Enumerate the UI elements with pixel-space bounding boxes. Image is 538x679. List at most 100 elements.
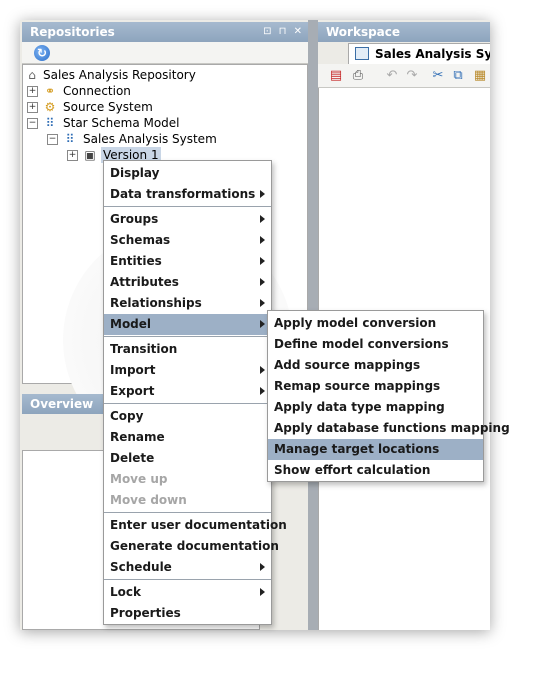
cut-icon[interactable]: ✂ [430, 68, 446, 84]
menu-item-label: Import [110, 363, 156, 377]
menu-item-apply-database-functions-mapping[interactable]: Apply database functions mapping [268, 418, 510, 439]
menu-item-export[interactable]: Export [104, 381, 271, 402]
tree-item-label: Sales Analysis Repository [43, 68, 196, 82]
menu-item-show-effort-calculation[interactable]: Show effort calculation [268, 460, 483, 481]
menu-item-label: Attributes [110, 275, 179, 289]
workspace-toolbar: ▤ ⎙ ↶ ↷ ✂ ⧉ ▦ [318, 64, 490, 88]
menu-item-label: Display [110, 166, 160, 180]
undo-icon[interactable]: ↶ [384, 68, 400, 84]
menu-item-label: Schemas [110, 233, 171, 247]
menu-item-label: Model [110, 317, 152, 331]
menu-item-entities[interactable]: Entities [104, 251, 271, 272]
context-menu: Display Data transformations Groups Sche… [103, 160, 287, 625]
expand-icon[interactable]: + [27, 86, 38, 97]
repositories-title: Repositories [30, 25, 115, 39]
collapse-icon[interactable]: − [27, 118, 38, 129]
menu-item-label: Enter user documentation [110, 518, 287, 532]
menu-item-data-transformations[interactable]: Data transformations [104, 184, 271, 205]
menu-separator [104, 336, 271, 337]
submenu-arrow-icon [260, 257, 265, 265]
menu-item-label: Data transformations [110, 187, 256, 201]
menu-item-lock[interactable]: Lock [104, 582, 271, 603]
submenu-arrow-icon [260, 320, 265, 328]
menu-item-label: Rename [110, 430, 165, 444]
panel-window-buttons[interactable]: ⊡ ⊓ ✕ [263, 22, 304, 42]
menu-item-apply-data-type-mapping[interactable]: Apply data type mapping [268, 397, 483, 418]
menu-separator [104, 512, 271, 513]
menu-item-attributes[interactable]: Attributes [104, 272, 271, 293]
menu-item-transition[interactable]: Transition [104, 339, 271, 360]
tab-sales-analysis-system[interactable]: Sales Analysis Syste [348, 43, 490, 64]
repositories-panel-header: Repositories ⊡ ⊓ ✕ [22, 22, 310, 42]
menu-item-schedule[interactable]: Schedule [104, 557, 271, 578]
menu-item-label: Transition [110, 342, 178, 356]
menu-item-label: Export [110, 384, 155, 398]
menu-item-label: Move down [110, 493, 187, 507]
menu-item-label: Schedule [110, 560, 172, 574]
menu-item-groups[interactable]: Groups [104, 209, 271, 230]
redo-icon[interactable]: ↷ [404, 68, 420, 84]
menu-item-remap-source-mappings[interactable]: Remap source mappings [268, 376, 483, 397]
submenu-arrow-icon [260, 366, 265, 374]
menu-item-manage-target-locations[interactable]: Manage target locations [268, 439, 483, 460]
menu-item-label: Apply model conversion [274, 316, 437, 330]
refresh-icon[interactable]: ↻ [34, 45, 50, 61]
tab-label: Sales Analysis Syste [375, 47, 490, 61]
expand-icon[interactable]: + [27, 102, 38, 113]
overview-title: Overview [30, 397, 94, 411]
paste-icon[interactable]: ▦ [472, 68, 488, 84]
menu-separator [104, 579, 271, 580]
menu-item-add-source-mappings[interactable]: Add source mappings [268, 355, 483, 376]
source-system-icon: ⚙ [44, 100, 56, 114]
menu-item-model[interactable]: Model [104, 314, 271, 335]
submenu-arrow-icon [260, 299, 265, 307]
submenu-arrow-icon [260, 387, 265, 395]
repositories-toolbar: ↻ [22, 42, 310, 64]
star-schema-icon: ⠿ [45, 116, 55, 130]
menu-item-label: Remap source mappings [274, 379, 441, 393]
menu-item-label: Apply database functions mapping [274, 421, 510, 435]
workspace-title: Workspace [326, 25, 401, 39]
menu-item-label: Move up [110, 472, 168, 486]
repository-icon: ⌂ [28, 68, 36, 82]
submenu-arrow-icon [260, 236, 265, 244]
menu-item-relationships[interactable]: Relationships [104, 293, 271, 314]
copy-icon[interactable]: ⧉ [450, 68, 466, 84]
workspace-tab-bar: Sales Analysis Syste [318, 42, 490, 64]
menu-item-move-up: Move up [104, 469, 271, 490]
submenu-arrow-icon [260, 588, 265, 596]
menu-item-label: Lock [110, 585, 141, 599]
menu-item-label: Manage target locations [274, 442, 440, 456]
tree-item-label: Source System [63, 100, 153, 114]
print-icon[interactable]: ⎙ [350, 68, 366, 84]
model-submenu: Apply model conversion Define model conv… [267, 310, 510, 482]
menu-item-label: Generate documentation [110, 539, 279, 553]
menu-item-properties[interactable]: Properties [104, 603, 271, 624]
tree-item-label: Star Schema Model [63, 116, 180, 130]
menu-item-label: Groups [110, 212, 159, 226]
tree-item-label: Connection [63, 84, 131, 98]
expand-icon[interactable]: + [67, 150, 78, 161]
menu-item-define-model-conversions[interactable]: Define model conversions [268, 334, 483, 355]
menu-item-label: Define model conversions [274, 337, 449, 351]
menu-item-label: Apply data type mapping [274, 400, 445, 414]
menu-item-delete[interactable]: Delete [104, 448, 271, 469]
menu-item-apply-model-conversion[interactable]: Apply model conversion [268, 313, 483, 334]
menu-item-label: Delete [110, 451, 155, 465]
submenu-arrow-icon [260, 278, 265, 286]
menu-item-enter-user-documentation[interactable]: Enter user documentation [104, 515, 287, 536]
menu-item-display[interactable]: Display [104, 163, 271, 184]
menu-item-import[interactable]: Import [104, 360, 271, 381]
menu-item-schemas[interactable]: Schemas [104, 230, 271, 251]
menu-item-copy[interactable]: Copy [104, 406, 271, 427]
workspace-panel-header: Workspace [318, 22, 490, 42]
menu-item-rename[interactable]: Rename [104, 427, 271, 448]
collapse-icon[interactable]: − [47, 134, 58, 145]
system-icon: ⠿ [65, 132, 75, 146]
menu-item-generate-documentation[interactable]: Generate documentation [104, 536, 279, 557]
pdf-icon[interactable]: ▤ [328, 68, 344, 84]
connection-icon: ⚭ [44, 84, 56, 98]
menu-item-move-down: Move down [104, 490, 271, 511]
diagram-icon [355, 47, 369, 60]
menu-item-label: Copy [110, 409, 144, 423]
